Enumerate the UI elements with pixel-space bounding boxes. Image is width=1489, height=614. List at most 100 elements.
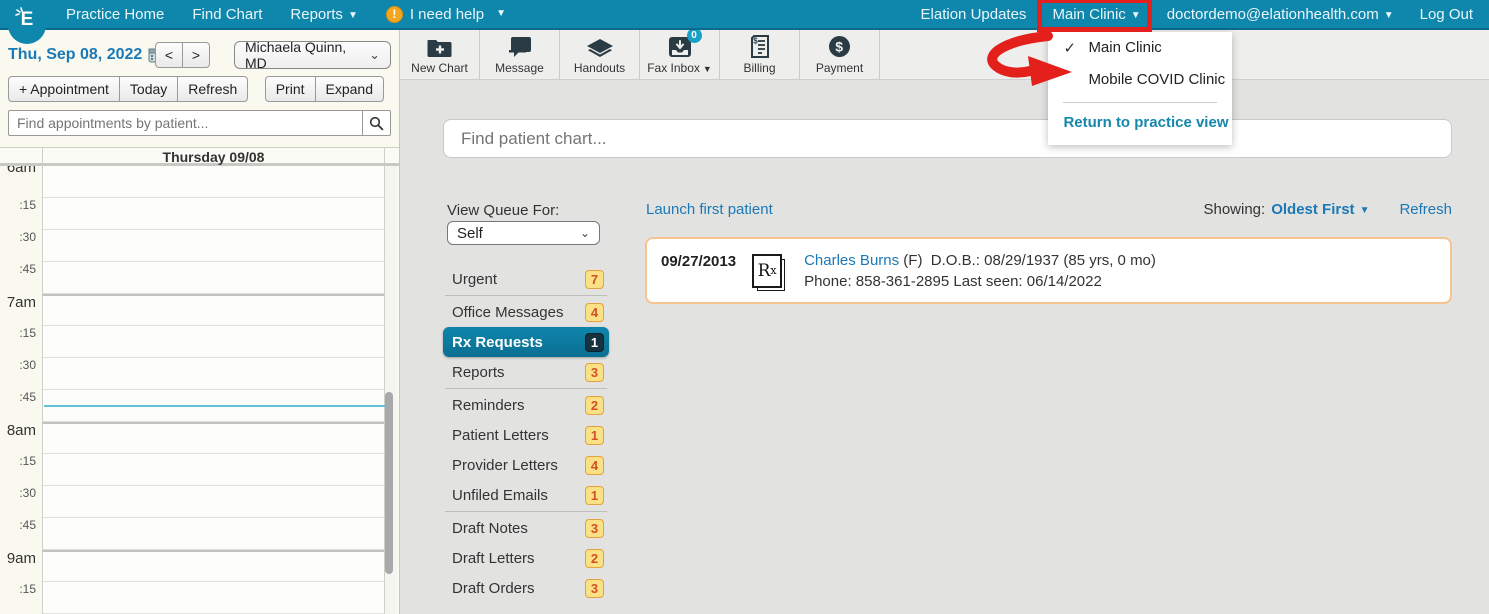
expand-button[interactable]: Expand	[314, 76, 384, 102]
prev-day-button[interactable]: <	[155, 42, 183, 68]
toolbar-label: New Chart	[411, 61, 468, 75]
add-appointment-button[interactable]: + Appointment	[8, 76, 120, 102]
appointment-slot[interactable]	[43, 550, 385, 582]
nav-account[interactable]: doctordemo@elationhealth.com ▼	[1167, 6, 1394, 23]
queue-item-label: Draft Notes	[452, 519, 528, 537]
queue-count-badge: 3	[585, 578, 604, 598]
clinic-dropdown-menu: ✓ Main Clinic Mobile COVID Clinic Return t…	[1048, 31, 1233, 145]
nav-clinic-switcher[interactable]: Main Clinic ▼ ✓ Main Clinic Mobile COVID Cl…	[987, 0, 1233, 145]
appointment-slot[interactable]	[43, 422, 385, 454]
appointment-slot[interactable]	[43, 326, 385, 358]
appointment-slot[interactable]	[43, 358, 385, 390]
queue-item-urgent[interactable]: Urgent 7	[443, 264, 609, 294]
queue-count-badge: 7	[585, 269, 604, 289]
sort-order-dropdown[interactable]: Oldest First ▼	[1271, 201, 1369, 218]
clinic-menu-options: ✓ Main Clinic Mobile COVID Clinic	[1048, 32, 1232, 96]
time-label: :30	[0, 358, 43, 390]
clinic-option-mobile-covid-clinic[interactable]: Mobile COVID Clinic	[1048, 64, 1232, 96]
queue-item-label: Unfiled Emails	[452, 486, 548, 504]
find-patient-chart-input[interactable]	[443, 119, 1452, 158]
refresh-queue-link[interactable]: Refresh	[1399, 201, 1452, 218]
queue-item-unfiled-emails[interactable]: Unfiled Emails 1	[443, 480, 609, 510]
nav-find-chart[interactable]: Find Chart	[192, 6, 262, 23]
date-nav-group: < >	[155, 42, 210, 68]
handouts-button[interactable]: Handouts	[560, 30, 640, 79]
payment-icon: $	[828, 34, 851, 58]
fax-inbox-button[interactable]: 0 Fax Inbox ▼	[640, 28, 720, 79]
queue-divider	[445, 511, 607, 512]
appointment-slot[interactable]	[43, 166, 385, 198]
elation-logo[interactable]: E	[8, 0, 46, 44]
time-label: :15	[0, 454, 43, 486]
chevron-down-icon: ▼	[1359, 205, 1370, 216]
queue-item-reports[interactable]: Reports 3	[443, 357, 609, 387]
appointment-search-input[interactable]	[8, 110, 362, 136]
queue-item-rx-requests[interactable]: Rx Requests 1	[443, 327, 609, 357]
time-row: 9am	[0, 550, 399, 582]
queue-item-draft-orders[interactable]: Draft Orders 3	[443, 573, 609, 603]
fax-count-badge: 0	[686, 28, 702, 43]
calendar-scrollbar-track[interactable]	[385, 166, 397, 614]
billing-button[interactable]: $ Billing	[720, 30, 800, 79]
appointment-slot[interactable]	[43, 454, 385, 486]
patient-name-link[interactable]: Charles Burns	[804, 252, 899, 269]
time-row: 6am	[0, 166, 399, 198]
rx-request-card[interactable]: 09/27/2013 Rx Charles Burns (F) D.O.B.: …	[645, 237, 1452, 304]
launch-first-patient-link[interactable]: Launch first patient	[646, 201, 773, 218]
queue-item-label: Reports	[452, 363, 505, 381]
appointment-slot[interactable]	[43, 198, 385, 230]
appointment-slot[interactable]	[43, 486, 385, 518]
main-toolbar: New Chart Message Handouts 0 Fax Inbox ▼ …	[400, 28, 1489, 80]
return-to-practice-view-link[interactable]: Return to practice view	[1048, 103, 1232, 139]
queue-count-badge: 3	[585, 362, 604, 382]
time-row: :15	[0, 326, 399, 358]
queue-item-draft-letters[interactable]: Draft Letters 2	[443, 543, 609, 573]
current-time-line	[44, 405, 385, 407]
current-date-label: Thu, Sep 08, 2022	[8, 46, 143, 63]
queue-item-office-messages[interactable]: Office Messages 4	[443, 297, 609, 327]
nav-elation-updates[interactable]: Elation Updates	[921, 6, 1027, 23]
chevron-down-icon: ▼	[347, 9, 358, 21]
queue-item-label: Office Messages	[452, 303, 564, 321]
checkmark-icon: ✓	[1063, 39, 1077, 57]
clinic-option-main-clinic[interactable]: ✓ Main Clinic	[1048, 32, 1232, 64]
queue-item-patient-letters[interactable]: Patient Letters 1	[443, 420, 609, 450]
queue-owner-select[interactable]: Self ⌄	[447, 221, 600, 245]
appointment-slot[interactable]	[43, 582, 385, 614]
appointment-search-button[interactable]	[362, 110, 391, 136]
new-chart-button[interactable]: New Chart	[400, 30, 480, 79]
nav-help[interactable]: ! I need help ▼	[385, 5, 506, 23]
nav-right: Elation Updates Main Clinic ▼ ✓ Main Clini…	[921, 0, 1489, 145]
clinic-switcher-label: Main Clinic	[1052, 5, 1126, 23]
provider-select[interactable]: Michaela Quinn, MD ⌄	[234, 39, 391, 71]
today-button[interactable]: Today	[118, 76, 179, 102]
time-row: :15	[0, 582, 399, 614]
appointment-slot[interactable]	[43, 230, 385, 262]
toolbar-label: Fax Inbox ▼	[647, 61, 712, 75]
queue-item-draft-notes[interactable]: Draft Notes 3	[443, 513, 609, 543]
refresh-schedule-button[interactable]: Refresh	[177, 76, 249, 102]
scheduler-buttons-row: + Appointment Today Refresh Print Expand	[8, 76, 384, 102]
nav-log-out[interactable]: Log Out	[1420, 6, 1473, 23]
calendar-scrollbar-thumb[interactable]	[385, 392, 393, 574]
appointment-slot[interactable]	[43, 262, 385, 294]
date-picker-link[interactable]: Thu, Sep 08, 2022	[8, 46, 164, 64]
appointment-slot[interactable]	[43, 518, 385, 550]
search-icon	[369, 116, 384, 130]
calendar-day-header: Thursday 09/08	[0, 147, 399, 166]
time-row: :15	[0, 198, 399, 230]
message-button[interactable]: Message	[480, 30, 560, 79]
queue-item-reminders[interactable]: Reminders 2	[443, 390, 609, 420]
time-row: 7am	[0, 294, 399, 326]
nav-reports[interactable]: Reports ▼	[290, 6, 357, 23]
payment-button[interactable]: $ Payment	[800, 30, 880, 79]
nav-practice-home[interactable]: Practice Home	[66, 6, 164, 23]
print-expand-group: Print Expand	[264, 76, 384, 102]
provider-select-value: Michaela Quinn, MD	[245, 39, 347, 71]
time-label: :45	[0, 262, 43, 294]
next-day-button[interactable]: >	[182, 42, 210, 68]
print-button[interactable]: Print	[264, 76, 316, 102]
patient-last-seen: Last seen: 06/14/2022	[953, 272, 1102, 290]
queue-item-provider-letters[interactable]: Provider Letters 4	[443, 450, 609, 480]
appointment-slot[interactable]	[43, 294, 385, 326]
